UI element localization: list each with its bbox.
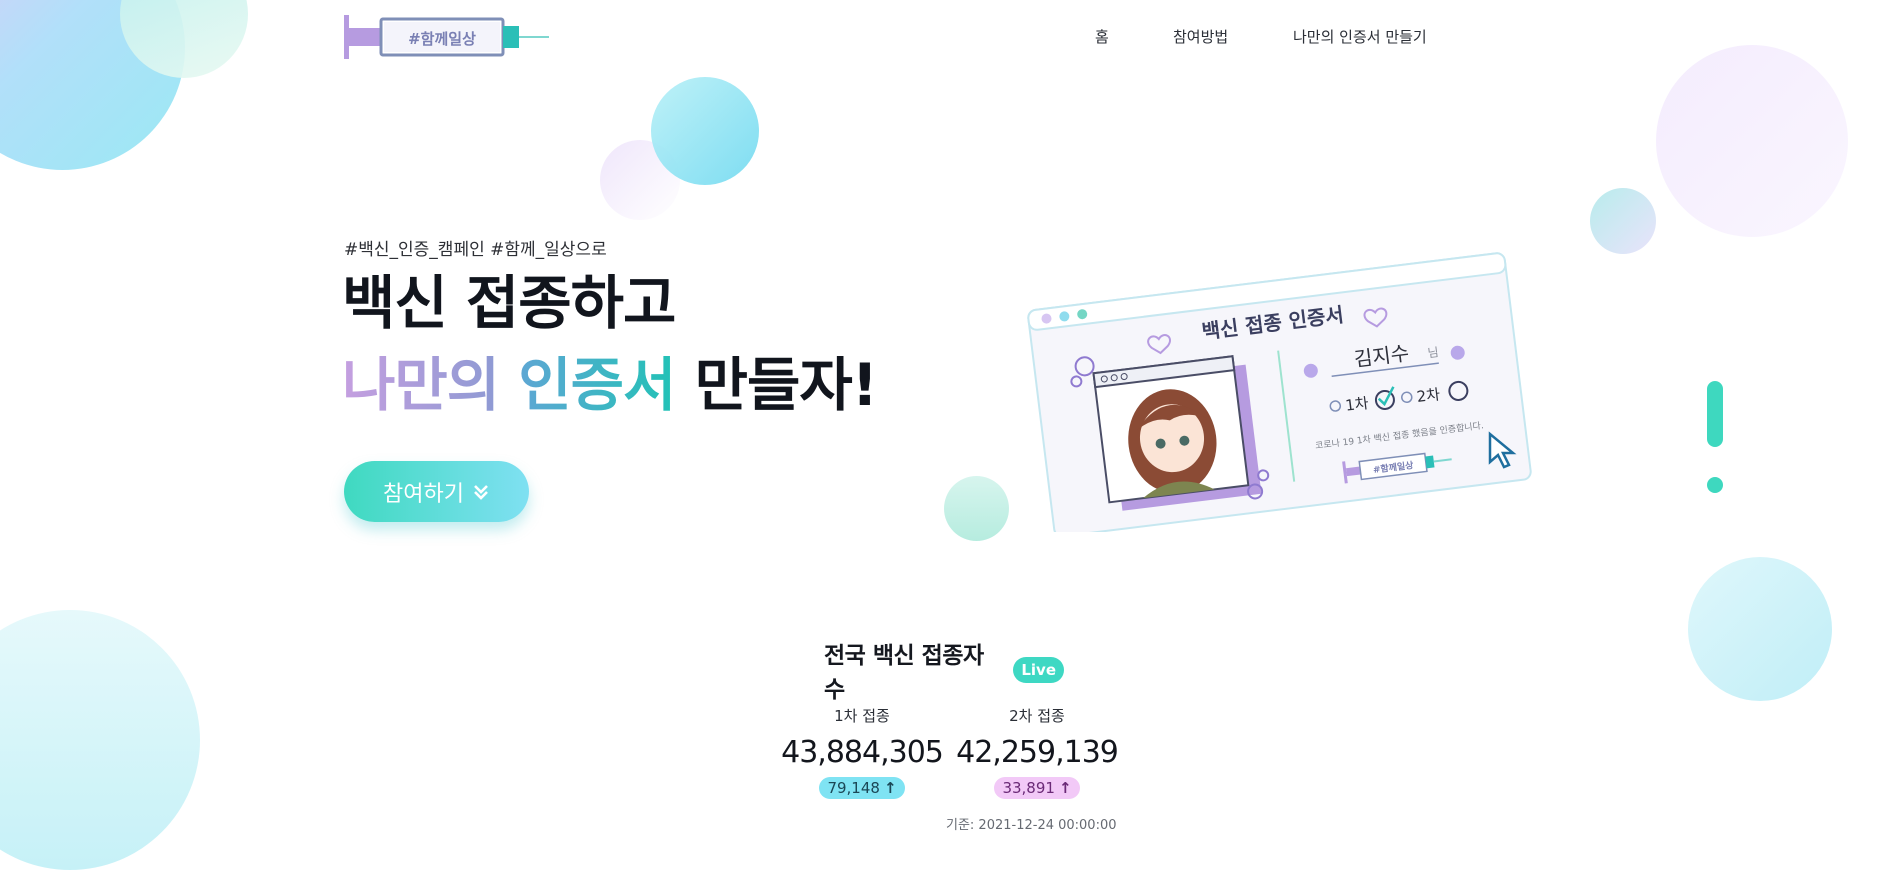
certificate-dose1: 1차 [1344,394,1370,415]
stat-first-dose: 1차 접종 43,884,305 79,148 ↑ [772,705,952,799]
stat-delta-badge: 79,148 ↑ [819,777,905,799]
arrow-up-icon: ↑ [1058,779,1072,797]
hero-title-mine: 나만의 [342,351,500,419]
stat-value: 42,259,139 [956,735,1119,770]
stats-title: 전국 백신 접종자 수 Live [824,643,1064,703]
hero-hashtags: #백신_인증_캠페인 #함께_일상으로 [344,240,607,260]
decor-bubble [1590,188,1656,254]
double-chevron-down-icon [474,484,488,500]
decor-bubble [0,610,200,870]
decor-bubble [651,77,759,185]
stat-delta-badge: 33,891 ↑ [994,777,1080,799]
decor-bubble [944,476,1009,541]
live-badge: Live [1013,657,1064,683]
join-button-label: 참여하기 [383,481,464,507]
nav-home[interactable]: 홈 [1095,26,1109,47]
stat-second-dose: 2차 접종 42,259,139 33,891 ↑ [947,705,1127,799]
hero-title-certificate: 인증서 [518,351,676,419]
base-time: 기준: 2021-12-24 00:00:00 [946,818,1117,833]
join-button[interactable]: 참여하기 [344,461,529,522]
stat-label: 1차 접종 [834,707,890,725]
scroll-indicator-bar[interactable] [1707,381,1723,447]
hero-title-line1: 백신 접종하고 [342,269,676,337]
nav-how-to-join[interactable]: 참여방법 [1173,26,1228,47]
nav-make-certificate[interactable]: 나만의 인증서 만들기 [1293,26,1427,47]
logo-text: #함께일상 [408,30,476,48]
certificate-honorific: 님 [1427,345,1440,360]
stat-value: 43,884,305 [781,735,944,770]
hero-title-line2: 나만의 인증서 만들자! [342,344,879,426]
logo-syringe[interactable]: #함께일상 [344,12,550,62]
stat-label: 2차 접종 [1009,707,1065,725]
hero-title-make: 만들자! [694,351,879,419]
header: #함께일상 홈 참여방법 나만의 인증서 만들기 [0,0,1891,75]
stat-delta-value: 79,148 [827,779,880,797]
certificate-illustration: 백신 접종 인증서 김지수 님 1차 2차 코로나 19 1차 백신 접종 했음… [1020,232,1550,538]
certificate-dose2: 2차 [1416,385,1442,406]
hero-title: 백신 접종하고 나만의 인증서 만들자! [342,262,879,426]
decor-bubble [1688,557,1832,701]
arrow-up-icon: ↑ [883,779,897,797]
stats-title-text: 전국 백신 접종자 수 [824,643,984,703]
scroll-indicator-dot[interactable] [1707,477,1723,493]
stat-delta-value: 33,891 [1002,779,1055,797]
